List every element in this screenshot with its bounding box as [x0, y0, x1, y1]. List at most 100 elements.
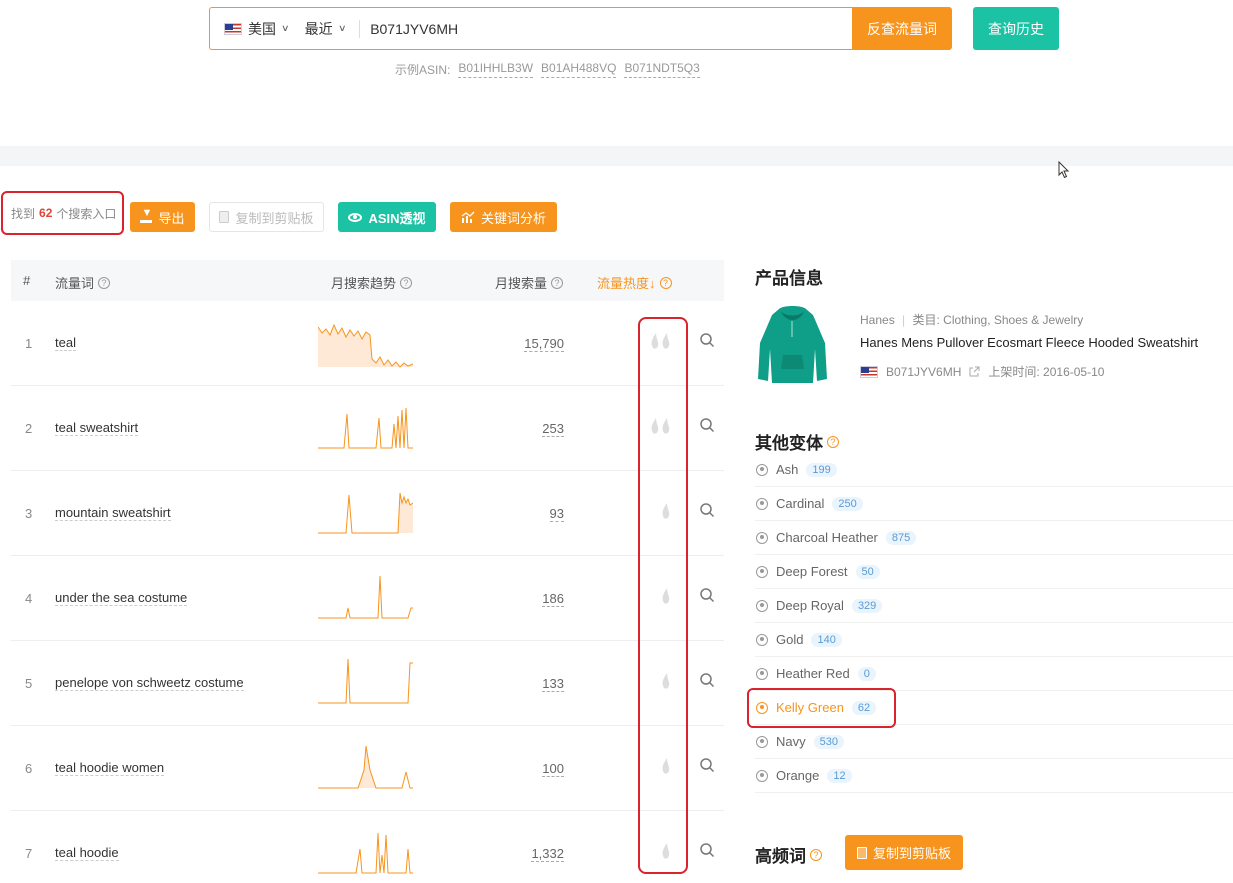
radio-icon [756, 667, 768, 680]
product-asin-row: B071JYV6MH 上架时间: 2016-05-10 [860, 363, 1104, 380]
search-volume[interactable]: 133 [542, 676, 564, 692]
selected-variant-highlight [747, 688, 896, 728]
search-icon[interactable] [699, 757, 715, 773]
example-asin-link[interactable]: B071NDT5Q3 [624, 61, 700, 78]
example-asin-link[interactable]: B01AH488VQ [541, 61, 617, 78]
keyword-link[interactable]: teal hoodie women [55, 760, 165, 776]
variant-count-badge: 0 [857, 666, 876, 681]
variant-count-badge: 875 [885, 530, 917, 545]
variant-item[interactable]: Orange 12 [755, 759, 1233, 793]
search-volume[interactable]: 15,790 [524, 336, 564, 352]
trend-sparkline [318, 407, 413, 449]
help-icon[interactable]: ? [810, 848, 822, 861]
search-volume[interactable]: 100 [542, 761, 564, 777]
trend-sparkline [318, 492, 413, 534]
high-freq-title: 高频词 ? [755, 842, 822, 867]
search-volume[interactable]: 186 [542, 591, 564, 607]
export-button[interactable]: 导出 [130, 202, 195, 232]
variant-name: Ash [776, 462, 799, 477]
search-volume[interactable]: 1,332 [531, 846, 564, 862]
row-index: 5 [25, 676, 33, 691]
radio-icon [756, 531, 768, 544]
radio-icon [756, 463, 768, 476]
row-index: 6 [25, 761, 33, 776]
product-info-title: 产品信息 [755, 269, 823, 288]
search-icon[interactable] [699, 587, 715, 603]
search-volume[interactable]: 93 [549, 506, 564, 522]
section-divider [0, 146, 1233, 166]
example-asins: 示例ASIN: B01IHHLB3W B01AH488VQ B071NDT5Q3 [395, 61, 700, 78]
period-select[interactable]: 最近 ∨ [304, 19, 347, 39]
asin-search-input[interactable] [370, 20, 811, 37]
help-icon[interactable]: ? [98, 276, 111, 289]
radio-icon [756, 565, 768, 578]
col-keyword: 流量词 ? [55, 273, 111, 292]
table-row: 2 teal sweatshirt 253 [11, 386, 724, 471]
copy-icon [856, 846, 867, 859]
variant-item[interactable]: Deep Forest 50 [755, 555, 1233, 589]
variant-item[interactable]: Ash 199 [755, 453, 1233, 487]
keyword-link[interactable]: teal [55, 335, 76, 351]
variant-item[interactable]: Deep Royal 329 [755, 589, 1233, 623]
keyword-link[interactable]: mountain sweatshirt [55, 505, 171, 521]
col-index: # [23, 273, 31, 288]
variant-count-badge: 329 [851, 598, 883, 613]
download-icon [140, 207, 153, 223]
asin-view-button[interactable]: ASIN透视 [338, 202, 436, 232]
search-icon[interactable] [699, 417, 715, 433]
table-row: 7 teal hoodie 1,332 [11, 811, 724, 883]
high-freq-copy-button[interactable]: 复制到剪贴板 [845, 835, 963, 870]
keyword-link[interactable]: teal sweatshirt [55, 420, 139, 436]
keyword-link[interactable]: penelope von schweetz costume [55, 675, 244, 691]
variant-item[interactable]: Charcoal Heather 875 [755, 521, 1233, 555]
high-freq-copy-label: 复制到剪贴板 [872, 846, 951, 861]
help-icon[interactable]: ? [827, 435, 839, 448]
reverse-lookup-button[interactable]: 反查流量词 [852, 7, 952, 50]
period-label: 最近 [304, 20, 333, 37]
col-heat-label: 流量热度↓ [597, 276, 656, 291]
variant-count-badge: 12 [827, 768, 852, 783]
country-select[interactable]: 美国 ∨ [224, 19, 290, 39]
col-volume[interactable]: 月搜索量 ? [495, 273, 564, 292]
us-flag-icon [224, 22, 242, 35]
keyword-link[interactable]: under the sea costume [55, 590, 188, 606]
help-icon[interactable]: ? [659, 276, 672, 289]
found-prefix: 找到 [11, 206, 36, 221]
variant-item[interactable]: Heather Red 0 [755, 657, 1233, 691]
product-brand[interactable]: Hanes [860, 313, 895, 327]
product-image[interactable] [755, 303, 830, 385]
search-icon[interactable] [699, 842, 715, 858]
variant-item[interactable]: Cardinal 250 [755, 487, 1233, 521]
chevron-down-icon: ∨ [337, 23, 347, 33]
search-icon[interactable] [699, 332, 715, 348]
col-heat[interactable]: 流量热度↓ ? [597, 273, 672, 292]
variant-count-badge: 199 [806, 462, 837, 477]
col-keyword-label: 流量词 [55, 276, 95, 291]
eye-icon [348, 212, 363, 222]
search-icon[interactable] [699, 502, 715, 518]
product-meta: Hanes | 类目: Clothing, Shoes & Jewelry [860, 313, 1084, 327]
query-history-button[interactable]: 查询历史 [973, 7, 1059, 50]
variant-item[interactable]: Gold 140 [755, 623, 1233, 657]
table-row: 6 teal hoodie women 100 [11, 726, 724, 811]
col-trend: 月搜索趋势 ? [331, 273, 413, 292]
keyword-link[interactable]: teal hoodie [55, 845, 119, 861]
variant-item[interactable]: Navy 530 [755, 725, 1233, 759]
copy-to-clipboard-button[interactable]: 复制到剪贴板 [209, 202, 324, 232]
radio-icon [756, 599, 768, 612]
radio-icon [756, 497, 768, 510]
product-asin[interactable]: B071JYV6MH [886, 365, 961, 379]
external-link-icon[interactable] [969, 366, 980, 377]
table-row: 5 penelope von schweetz costume 133 [11, 641, 724, 726]
radio-icon [756, 633, 768, 646]
help-icon[interactable]: ? [400, 276, 413, 289]
help-icon[interactable]: ? [551, 276, 564, 289]
keyword-analysis-button[interactable]: 关键词分析 [450, 202, 557, 232]
product-title[interactable]: Hanes Mens Pullover Ecosmart Fleece Hood… [860, 335, 1198, 350]
example-asin-link[interactable]: B01IHHLB3W [458, 61, 534, 78]
row-index: 7 [25, 846, 33, 861]
search-icon[interactable] [699, 672, 715, 688]
copy-icon [219, 211, 230, 223]
radio-icon [756, 769, 768, 782]
search-volume[interactable]: 253 [542, 421, 564, 437]
